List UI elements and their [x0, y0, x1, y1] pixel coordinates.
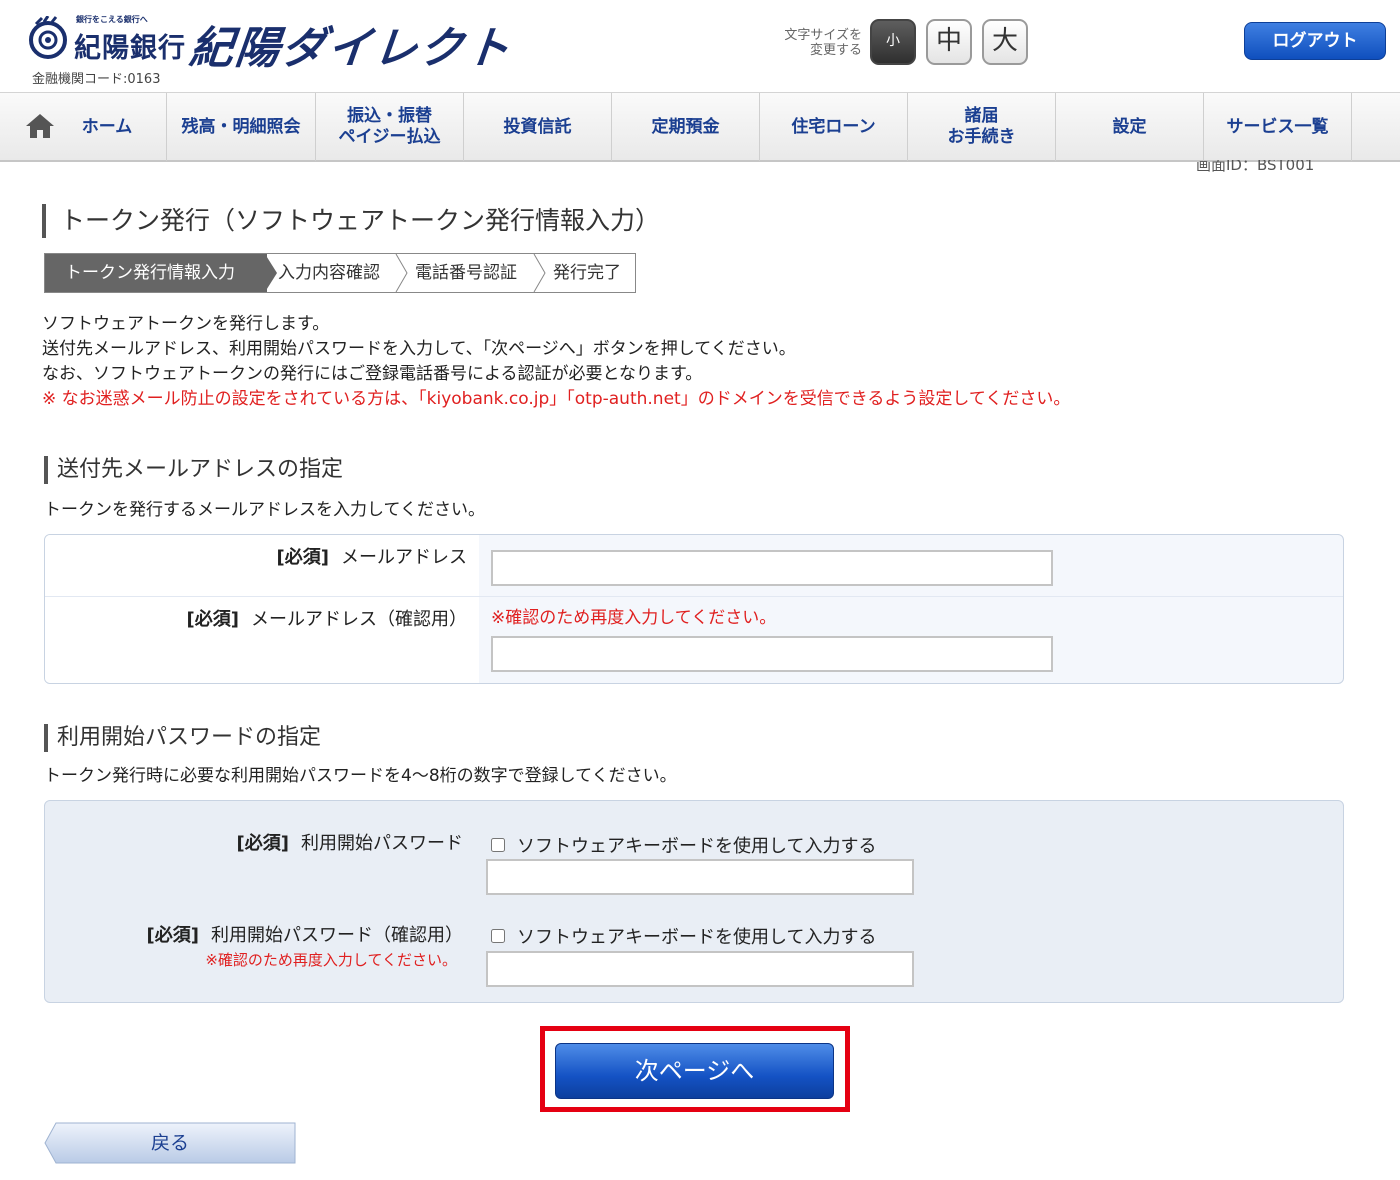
nav-item-housing-loan[interactable]: 住宅ローン: [760, 93, 908, 161]
password-confirm-software-keyboard-option[interactable]: ソフトウェアキーボードを使用して入力する: [491, 923, 876, 949]
nav-balance-label: 残高・明細照会: [181, 116, 301, 137]
nav-item-settings[interactable]: 設定: [1056, 93, 1204, 161]
font-size-label-line2: 変更する: [809, 43, 862, 58]
email-label-text: メールアドレス: [341, 547, 467, 568]
password-confirm-note: ※確認のため再度入力してください。: [205, 951, 457, 969]
password-software-keyboard-label: ソフトウェアキーボードを使用して入力する: [517, 836, 877, 857]
email-confirm-note: ※確認のため再度入力してください。: [491, 608, 777, 628]
screen-id: 画面ID：BST001: [1196, 160, 1315, 174]
password-label: [必須] 利用開始パスワード: [237, 829, 463, 855]
nav-time-deposit-label: 定期預金: [651, 116, 720, 137]
password-section-title: 利用開始パスワードの指定: [44, 724, 321, 752]
email-confirm-label-text: メールアドレス（確認用）: [251, 609, 467, 630]
bank-name: 紀陽銀行: [74, 33, 186, 64]
email-form-box: [必須] メールアドレス [必須] メールアドレス（確認用） ※確認のため再度入力し…: [44, 534, 1344, 684]
progress-steps: トークン発行情報入力 入力内容確認 電話番号認証 発行完了: [44, 253, 636, 293]
password-confirm-software-keyboard-label: ソフトウェアキーボードを使用して入力する: [517, 927, 877, 948]
password-confirm-software-keyboard-checkbox[interactable]: [491, 929, 505, 943]
required-tag: [必須]: [146, 925, 199, 946]
nav-item-transfer[interactable]: 振込・振替 ペイジー払込: [316, 93, 464, 161]
required-tag: [必須]: [276, 547, 329, 568]
password-section-description: トークン発行時に必要な利用開始パスワードを4～8桁の数字で登録してください。: [44, 766, 677, 786]
font-size-small-button[interactable]: 小: [870, 19, 916, 65]
nav-item-procedures[interactable]: 諸届 お手続き: [908, 93, 1056, 161]
email-section-description: トークンを発行するメールアドレスを入力してください。: [44, 500, 485, 520]
step-chevron-icon: [395, 254, 408, 292]
nav-transfer-label-2: ペイジー払込: [338, 127, 441, 147]
font-size-label-line1: 文字サイズを: [784, 28, 862, 43]
font-size-label: 文字サイズを 変更する: [766, 28, 862, 58]
site-header: 銀行をこえる銀行へ 紀陽銀行 紀陽ダイレクト 金融機関コード:0163 文字サイ…: [0, 0, 1400, 92]
back-button-label: 戻る: [150, 1132, 189, 1154]
password-form-box: [必須] 利用開始パスワード ソフトウェアキーボードを使用して入力する [必須] 利…: [44, 800, 1344, 1003]
email-input[interactable]: [491, 550, 1053, 586]
nav-procedures-label-1: 諸届: [964, 106, 999, 126]
service-name-logo: 紀陽ダイレクト: [186, 23, 515, 74]
email-section-title: 送付先メールアドレスの指定: [44, 456, 343, 484]
step-chevron-icon: [265, 254, 277, 292]
password-confirm-label: [必須] 利用開始パスワード（確認用）: [147, 921, 463, 947]
logout-button[interactable]: ログアウト: [1244, 22, 1386, 60]
global-nav: ホーム 残高・明細照会 振込・振替 ペイジー払込 投資信託 定期預金 住宅ローン…: [0, 92, 1400, 162]
nav-item-home[interactable]: ホーム: [0, 93, 167, 161]
email-row: [必須] メールアドレス: [45, 535, 1343, 597]
step-2: 入力内容確認: [278, 263, 380, 283]
font-size-large-button[interactable]: 大: [982, 19, 1028, 65]
nav-home-label: ホーム: [81, 116, 133, 137]
step-4: 発行完了: [553, 263, 621, 283]
nav-housing-loan-label: 住宅ローン: [791, 116, 876, 137]
font-size-medium-button[interactable]: 中: [926, 19, 972, 65]
required-tag: [必須]: [236, 833, 289, 854]
nav-services-label: サービス一覧: [1226, 116, 1329, 137]
password-confirm-input[interactable]: [486, 951, 914, 987]
nav-item-services[interactable]: サービス一覧: [1204, 93, 1352, 161]
step-chevron-icon: [533, 254, 546, 292]
intro-text: ソフトウェアトークンを発行します。 送付先メールアドレス、利用開始パスワードを入…: [42, 312, 1342, 412]
spam-warning: ※ なお迷惑メール防止の設定をされている方は、「kiyobank.co.jp」「…: [42, 389, 1071, 409]
password-confirm-label-text: 利用開始パスワード（確認用）: [211, 925, 463, 946]
nav-item-time-deposit[interactable]: 定期預金: [612, 93, 760, 161]
nav-item-balance[interactable]: 残高・明細照会: [167, 93, 316, 161]
bank-tagline: 銀行をこえる銀行へ: [76, 15, 148, 24]
step-1-active: トークン発行情報入力: [45, 254, 267, 292]
back-button[interactable]: 戻る: [44, 1122, 296, 1164]
nav-settings-label: 設定: [1112, 116, 1147, 137]
email-label: [必須] メールアドレス: [277, 543, 467, 569]
email-confirm-input[interactable]: [491, 636, 1053, 672]
password-label-text: 利用開始パスワード: [301, 833, 463, 854]
password-software-keyboard-option[interactable]: ソフトウェアキーボードを使用して入力する: [491, 832, 876, 858]
nav-procedures-label-2: お手続き: [947, 127, 1016, 147]
bank-logo-icon: [29, 16, 67, 59]
bank-code: 金融機関コード:0163: [32, 72, 161, 87]
password-software-keyboard-checkbox[interactable]: [491, 838, 505, 852]
nav-transfer-label-1: 振込・振替: [347, 106, 432, 126]
home-icon: [26, 114, 54, 138]
intro-line-2: 送付先メールアドレス、利用開始パスワードを入力して、「次ページへ」ボタンを押して…: [42, 339, 796, 359]
intro-line-1: ソフトウェアトークンを発行します。: [42, 314, 330, 334]
email-confirm-label: [必須] メールアドレス（確認用）: [187, 605, 467, 631]
page-title: トークン発行（ソフトウェアトークン発行情報入力）: [42, 204, 660, 238]
password-input[interactable]: [486, 859, 914, 895]
next-page-button[interactable]: 次ページへ: [555, 1043, 834, 1099]
nav-investment-label: 投資信託: [503, 116, 572, 137]
nav-item-investment[interactable]: 投資信託: [464, 93, 612, 161]
step-3: 電話番号認証: [415, 263, 517, 283]
required-tag: [必須]: [186, 609, 239, 630]
intro-line-3: なお、ソフトウェアトークンの発行にはご登録電話番号による認証が必要となります。: [42, 364, 703, 384]
email-confirm-row: [必須] メールアドレス（確認用） ※確認のため再度入力してください。: [45, 597, 1343, 683]
